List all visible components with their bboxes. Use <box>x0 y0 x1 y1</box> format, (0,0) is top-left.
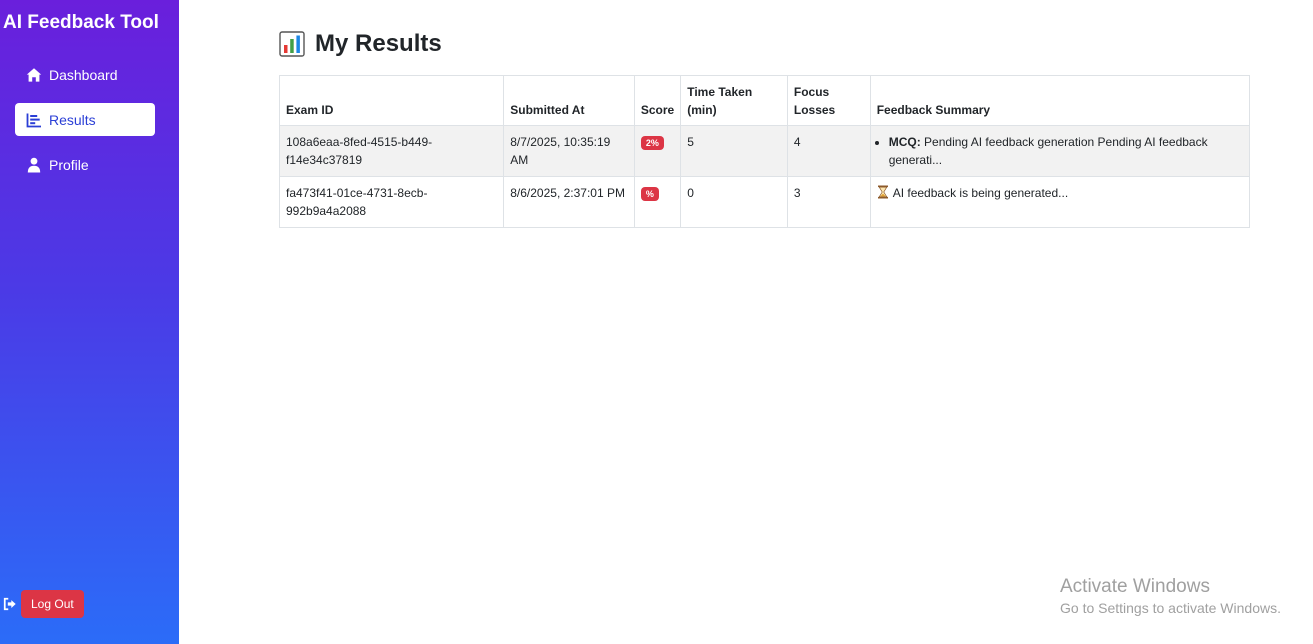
exam-id-cell: 108a6eaa-8fed-4515-b449-f14e34c37819 <box>278 125 505 177</box>
feedback-list: MCQ: Pending AI feedback generation Pend… <box>877 133 1243 169</box>
score-cell: % <box>633 176 682 228</box>
submitted-at-cell: 8/7/2025, 10:35:19 AM <box>503 125 635 177</box>
hourglass-icon <box>877 185 888 199</box>
page-title-text: My Results <box>315 30 442 57</box>
sidebar-item-label: Results <box>49 111 96 128</box>
score-cell: 2% <box>633 125 682 177</box>
sign-out-icon <box>3 597 16 611</box>
app-title: AI Feedback Tool <box>3 12 159 33</box>
sidebar-item-results[interactable]: Results <box>15 103 155 136</box>
column-header-feedback-summary: Feedback Summary <box>869 75 1251 126</box>
sidebar-item-label: Dashboard <box>49 66 118 83</box>
sidebar: AI Feedback Tool Dashboard Results Profi… <box>0 0 179 644</box>
results-table: Exam ID Submitted At Score Time Taken (m… <box>278 75 1251 228</box>
watermark-title: Activate Windows <box>1060 576 1210 597</box>
focus-losses-cell: 4 <box>786 125 871 177</box>
time-taken-cell: 0 <box>680 176 788 228</box>
column-header-time-taken: Time Taken (min) <box>680 75 788 126</box>
feedback-item: MCQ: Pending AI feedback generation Pend… <box>889 133 1243 169</box>
exam-id-cell: fa473f41-01ce-4731-8ecb-992b9a4a2088 <box>278 176 505 228</box>
feedback-text: AI feedback is being generated... <box>892 186 1069 200</box>
watermark-subtitle: Go to Settings to activate Windows. <box>1060 600 1281 616</box>
table-row: 108a6eaa-8fed-4515-b449-f14e34c37819 8/7… <box>278 125 1251 177</box>
main-content: My Results Exam ID Submitted At Score Ti… <box>278 28 1251 228</box>
user-icon <box>27 157 41 172</box>
column-header-exam-id: Exam ID <box>278 75 505 126</box>
column-header-score: Score <box>633 75 682 126</box>
home-icon <box>26 67 42 82</box>
logout-area: Log Out <box>3 590 84 618</box>
sidebar-item-label: Profile <box>49 156 89 173</box>
feedback-text: Pending AI feedback generation Pending A… <box>888 135 1208 167</box>
time-taken-cell: 5 <box>680 125 788 177</box>
score-badge: 2% <box>640 136 664 150</box>
table-header-row: Exam ID Submitted At Score Time Taken (m… <box>278 75 1251 126</box>
sidebar-item-dashboard[interactable]: Dashboard <box>15 58 155 91</box>
bar-chart-icon <box>26 113 41 127</box>
page-title: My Results <box>279 28 1251 60</box>
score-badge: % <box>640 187 659 201</box>
logout-button[interactable]: Log Out <box>21 590 84 618</box>
submitted-at-cell: 8/6/2025, 2:37:01 PM <box>503 176 635 228</box>
bar-chart-emoji-icon <box>279 31 305 57</box>
table-row: fa473f41-01ce-4731-8ecb-992b9a4a2088 8/6… <box>278 176 1251 228</box>
activate-windows-watermark: Activate Windows Go to Settings to activ… <box>1060 576 1281 618</box>
column-header-focus-losses: Focus Losses <box>786 75 871 126</box>
sidebar-nav: Dashboard Results Profile <box>15 58 155 193</box>
feedback-summary-cell: MCQ: Pending AI feedback generation Pend… <box>869 125 1251 177</box>
feedback-summary-cell: AI feedback is being generated... <box>869 176 1251 228</box>
feedback-category: MCQ: <box>888 135 921 149</box>
column-header-submitted-at: Submitted At <box>503 75 635 126</box>
focus-losses-cell: 3 <box>786 176 871 228</box>
sidebar-item-profile[interactable]: Profile <box>15 148 155 181</box>
